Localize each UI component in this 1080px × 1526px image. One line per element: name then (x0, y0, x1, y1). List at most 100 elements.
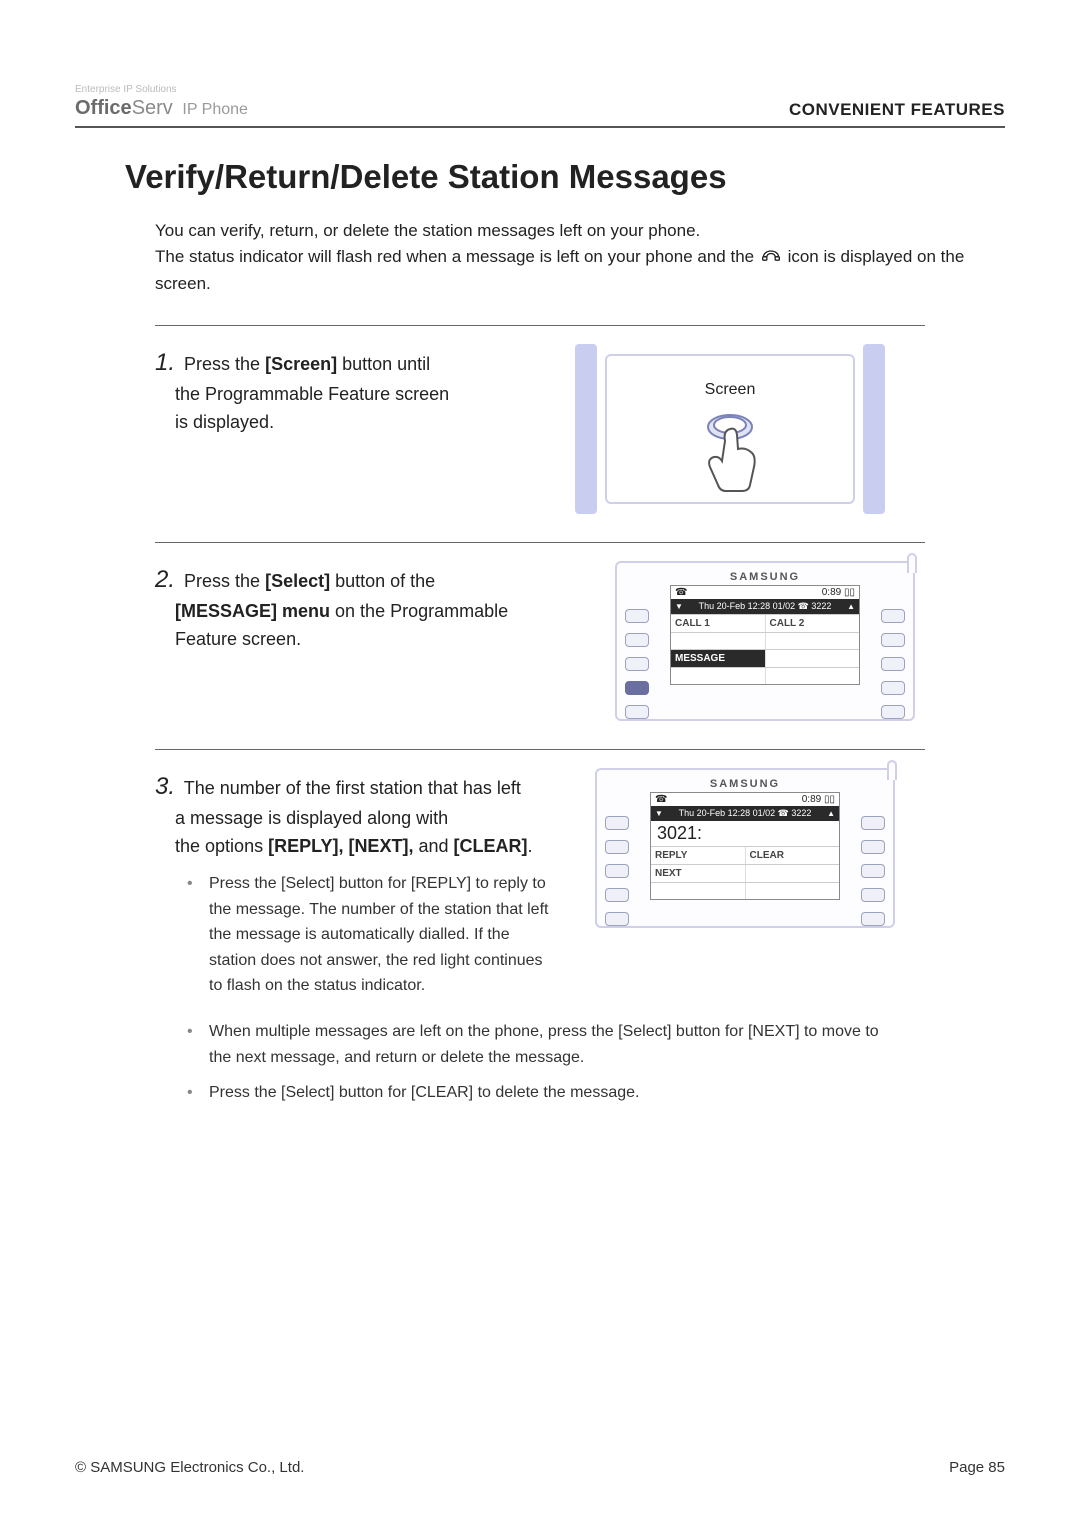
step-3-part-d: and (413, 836, 453, 856)
up-triangle-icon: ▲ (827, 809, 835, 818)
step-1-num: 1. (155, 349, 175, 376)
up-triangle-icon: ▲ (847, 602, 855, 611)
intro-line2a: The status indicator will flash red when… (155, 247, 759, 266)
intro-line2b: icon is displayed on the (788, 247, 965, 266)
step-2-part-d: Feature screen. (175, 629, 301, 649)
press-button-diagram: Screen (575, 344, 885, 514)
step-2-bold-a: [Select] (265, 571, 330, 591)
bullet-clear: Press the [Select] button for [CLEAR] to… (187, 1080, 887, 1106)
status-indicator: 0:89 ▯▯ (802, 794, 835, 805)
device-frame-right (863, 344, 885, 514)
bullet-next: When multiple messages are left on the p… (187, 1019, 887, 1070)
select-button (625, 609, 649, 623)
step-1-part-d: is displayed. (175, 412, 274, 432)
step-1: 1. Press the [Screen] button until the P… (155, 344, 1005, 514)
date-text: Thu 20-Feb 12:28 01/02 ☎ 3222 (699, 601, 832, 612)
cell-call1: CALL 1 (671, 615, 766, 632)
date-text: Thu 20-Feb 12:28 01/02 ☎ 3222 (679, 808, 812, 819)
phone-small-icon: ☎ (675, 587, 687, 598)
intro-paragraph: You can verify, return, or delete the st… (155, 218, 975, 297)
page-header: Enterprise IP Solutions OfficeServ IP Ph… (75, 85, 1005, 128)
down-triangle-icon: ▼ (675, 602, 683, 611)
bullet-reply: Press the [Select] button for [REPLY] to… (187, 871, 555, 999)
cell-empty (651, 883, 746, 899)
footer-page-number: Page 85 (949, 1459, 1005, 1476)
cell-empty (746, 883, 840, 899)
step-3-part-b: a message is displayed along with (175, 808, 448, 828)
phone-small-icon: ☎ (655, 794, 667, 805)
select-button (625, 633, 649, 647)
screen-topbar: ☎ 0:89 ▯▯ (671, 586, 859, 599)
cell-empty (766, 633, 860, 649)
step-3-text: 3. The number of the first station that … (155, 768, 555, 1009)
cell-reply: REPLY (651, 847, 746, 864)
page-title: Verify/Return/Delete Station Messages (125, 158, 1005, 196)
select-button (605, 888, 629, 902)
logo-bold: Office (75, 97, 132, 119)
screen-grid: REPLYCLEAR NEXT (651, 846, 839, 899)
device-inner: Screen (605, 354, 855, 504)
phone-icon (761, 246, 781, 272)
step-3-illustration: SAMSUNG ☎ (595, 768, 915, 1009)
logo-ip: IP Phone (182, 101, 248, 118)
select-button (625, 657, 649, 671)
side-buttons-right (881, 609, 905, 729)
select-button (861, 840, 885, 854)
screen-topbar: ☎ 0:89 ▯▯ (651, 793, 839, 806)
step-3: 3. The number of the first station that … (155, 768, 1005, 1009)
divider (155, 325, 925, 326)
step-2-part-c: on the Programmable (330, 601, 508, 621)
date-bar: ▼ Thu 20-Feb 12:28 01/02 ☎ 3222 ▲ (651, 806, 839, 821)
intro-line3: screen. (155, 274, 211, 293)
logo: Enterprise IP Solutions OfficeServ IP Ph… (75, 85, 248, 120)
cell-message-selected: MESSAGE (671, 650, 766, 667)
step-2: 2. Press the [Select] button of the [MES… (155, 561, 1005, 721)
select-button (605, 912, 629, 926)
step-3-part-a: The number of the first station that has… (184, 778, 521, 798)
select-button-active (625, 681, 649, 695)
device-screen: ☎ 0:89 ▯▯ ▼ Thu 20-Feb 12:28 01/02 ☎ 322… (670, 585, 860, 685)
cell-next: NEXT (651, 865, 746, 882)
logo-rest: Serv (132, 97, 173, 119)
cell-empty (766, 668, 860, 684)
select-button (625, 705, 649, 719)
step-1-illustration: Screen (575, 344, 895, 514)
cell-empty (671, 633, 766, 649)
step-3-part-e: . (528, 836, 533, 856)
step-2-part-b: button of the (330, 571, 435, 591)
select-button (881, 609, 905, 623)
device-screen: ☎ 0:89 ▯▯ ▼ Thu 20-Feb 12:28 01/02 ☎ 322… (650, 792, 840, 900)
step-1-text: 1. Press the [Screen] button until the P… (155, 344, 535, 514)
side-buttons-left (625, 609, 649, 729)
cell-empty (746, 865, 840, 882)
step-2-num: 2. (155, 566, 175, 593)
select-button (861, 816, 885, 830)
phone-device-b: SAMSUNG ☎ (595, 768, 895, 928)
footer-copyright: © SAMSUNG Electronics Co., Ltd. (75, 1459, 304, 1476)
intro-line1: You can verify, return, or delete the st… (155, 221, 700, 240)
step-3-num: 3. (155, 773, 175, 800)
date-bar: ▼ Thu 20-Feb 12:28 01/02 ☎ 3222 ▲ (671, 599, 859, 614)
select-button (881, 633, 905, 647)
finger-press-icon (695, 411, 765, 506)
device-frame-left (575, 344, 597, 514)
step-1-part-a: Press the (184, 354, 265, 374)
cell-empty (671, 668, 766, 684)
step-2-part-a: Press the (184, 571, 265, 591)
select-button (605, 840, 629, 854)
select-button (861, 912, 885, 926)
section-label: CONVENIENT FEATURES (789, 100, 1005, 120)
antenna-icon (887, 760, 897, 780)
step-2-bold-b: [MESSAGE] menu (175, 601, 330, 621)
down-triangle-icon: ▼ (655, 809, 663, 818)
step-1-part-b: button until (337, 354, 430, 374)
device-brand: SAMSUNG (603, 778, 887, 790)
step-3-sub-bullets-bottom: When multiple messages are left on the p… (187, 1019, 1005, 1106)
step-2-text: 2. Press the [Select] button of the [MES… (155, 561, 575, 721)
page-footer: © SAMSUNG Electronics Co., Ltd. Page 85 (75, 1459, 1005, 1476)
phone-device-a: SAMSUNG ☎ (615, 561, 915, 721)
select-button (605, 816, 629, 830)
select-button (881, 657, 905, 671)
select-button (861, 888, 885, 902)
step-3-bold-a: [REPLY], [NEXT], (268, 836, 413, 856)
